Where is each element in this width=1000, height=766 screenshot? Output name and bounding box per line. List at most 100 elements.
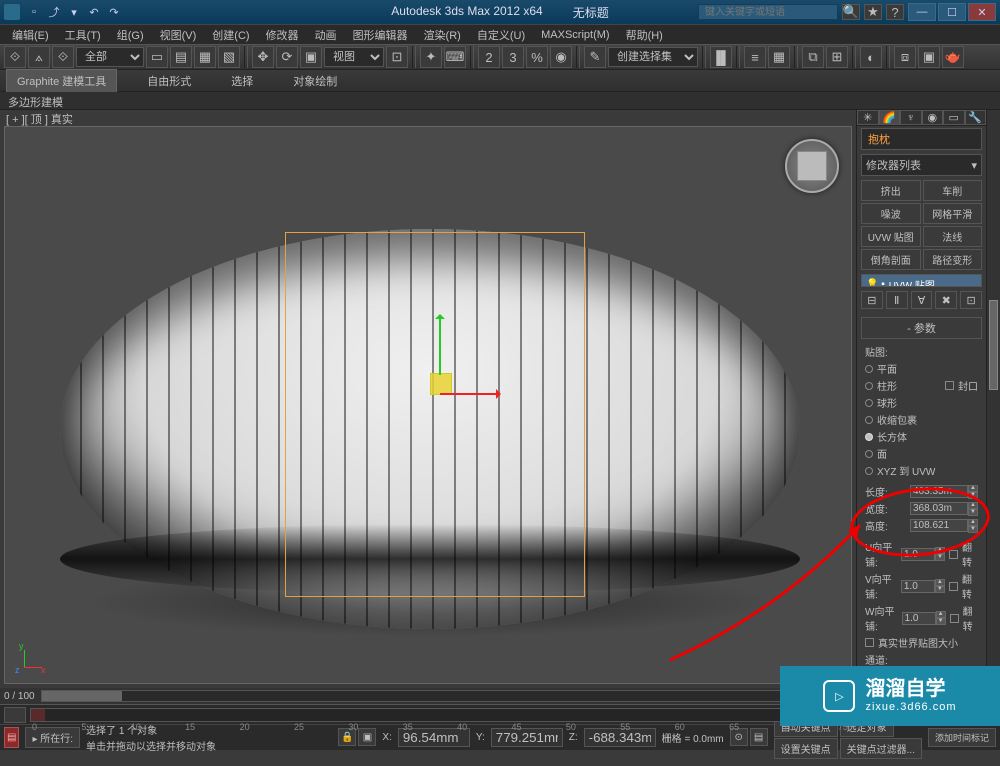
menu-edit[interactable]: 编辑(E) xyxy=(4,25,57,45)
menu-tools[interactable]: 工具(T) xyxy=(57,25,109,45)
gizmo-xy-plane-icon[interactable] xyxy=(430,373,452,395)
mod-btn-meshsmooth[interactable]: 网格平滑 xyxy=(923,203,983,224)
pivot-icon[interactable]: ⊡ xyxy=(386,46,408,68)
map-planar[interactable]: 平面 xyxy=(865,360,978,377)
redo-icon[interactable]: ↷ xyxy=(106,4,122,20)
rollout-parameters-title[interactable]: - 参数 xyxy=(861,317,982,339)
map-shrinkwrap[interactable]: 收缩包裹 xyxy=(865,411,978,428)
manipulate-icon[interactable]: ✦ xyxy=(420,46,442,68)
schematic-icon[interactable]: ⊞ xyxy=(826,46,848,68)
tab-utilities-icon[interactable]: 🔧 xyxy=(965,110,987,125)
unlink-icon[interactable]: ⟑ xyxy=(28,46,50,68)
show-end-result-icon[interactable]: Ⅱ xyxy=(886,291,908,309)
mirror-icon[interactable]: ▐▌ xyxy=(710,46,732,68)
map-xyz[interactable]: XYZ 到 UVW xyxy=(865,462,978,479)
render-setup-icon[interactable]: ⧈ xyxy=(894,46,916,68)
object-name-field[interactable]: 抱枕 xyxy=(861,128,982,150)
menu-customize[interactable]: 自定义(U) xyxy=(469,25,533,45)
scale-icon[interactable]: ▣ xyxy=(300,46,322,68)
select-icon[interactable]: ▭ xyxy=(146,46,168,68)
menu-modifiers[interactable]: 修改器 xyxy=(258,25,307,45)
snap-angle-icon[interactable]: 3 xyxy=(502,46,524,68)
map-face[interactable]: 面 xyxy=(865,445,978,462)
keyboard-icon[interactable]: ⌨ xyxy=(444,46,466,68)
named-selection-dropdown[interactable]: 创建选择集 xyxy=(608,47,698,67)
rotate-icon[interactable]: ⟳ xyxy=(276,46,298,68)
modifier-stack[interactable]: 💡 ▪ UVW 贴图 ▪ 可编辑多边形 xyxy=(861,274,982,287)
menu-group[interactable]: 组(G) xyxy=(109,25,152,45)
select-name-icon[interactable]: ▤ xyxy=(170,46,192,68)
menu-rendering[interactable]: 渲染(R) xyxy=(416,25,469,45)
snap-2d-icon[interactable]: 2 xyxy=(478,46,500,68)
ribbon-tab-paint[interactable]: 对象绘制 xyxy=(283,70,347,92)
mod-btn-noise[interactable]: 噪波 xyxy=(861,203,921,224)
render-icon[interactable]: 🫖 xyxy=(942,46,964,68)
select-region-icon[interactable]: ▦ xyxy=(194,46,216,68)
menu-graph[interactable]: 图形编辑器 xyxy=(345,25,416,45)
script-listener-icon[interactable]: ▤ xyxy=(4,727,19,748)
favorite-icon[interactable]: ★ xyxy=(864,4,882,20)
u-flip-checkbox[interactable] xyxy=(949,550,958,559)
viewport-scrollbar[interactable]: 0 / 100 xyxy=(0,688,856,704)
spinner-up-icon[interactable]: ▲ xyxy=(968,485,978,492)
v-flip-checkbox[interactable] xyxy=(949,582,958,591)
menu-help[interactable]: 帮助(H) xyxy=(618,25,671,45)
tab-hierarchy-icon[interactable]: ♆ xyxy=(900,110,922,125)
setkey-button[interactable]: 设置关键点 xyxy=(774,738,838,759)
render-frame-icon[interactable]: ▣ xyxy=(918,46,940,68)
gizmo-y-axis-icon[interactable] xyxy=(439,317,441,375)
new-icon[interactable]: ▫ xyxy=(26,4,42,20)
help-icon[interactable]: ? xyxy=(886,4,904,20)
viewcube-icon[interactable] xyxy=(785,139,839,193)
spinner-snap-icon[interactable]: ◉ xyxy=(550,46,572,68)
map-cylindrical[interactable]: 柱形封口 xyxy=(865,377,978,394)
close-button[interactable]: ✕ xyxy=(968,3,996,21)
gizmo-x-axis-icon[interactable] xyxy=(440,393,498,395)
menu-views[interactable]: 视图(V) xyxy=(152,25,205,45)
configure-sets-icon[interactable]: ⊡ xyxy=(960,291,982,309)
align-icon[interactable]: ≡ xyxy=(744,46,766,68)
remove-modifier-icon[interactable]: ✖ xyxy=(935,291,957,309)
maximize-button[interactable]: ☐ xyxy=(938,3,966,21)
ribbon-tab-freeform[interactable]: 自由形式 xyxy=(137,70,201,92)
tab-modify-icon[interactable]: 🌈 xyxy=(879,110,901,125)
map-box[interactable]: 长方体 xyxy=(865,428,978,445)
time-marker[interactable] xyxy=(31,709,45,721)
menu-create[interactable]: 创建(C) xyxy=(204,25,257,45)
tab-motion-icon[interactable]: ◉ xyxy=(922,110,944,125)
window-crossing-icon[interactable]: ▧ xyxy=(218,46,240,68)
v-tile-input[interactable] xyxy=(901,580,935,593)
ref-coord-dropdown[interactable]: 视图 xyxy=(324,47,384,67)
panel-scrollbar[interactable] xyxy=(986,110,1000,704)
menu-animation[interactable]: 动画 xyxy=(307,25,345,45)
map-spherical[interactable]: 球形 xyxy=(865,394,978,411)
bind-icon[interactable]: ⟐ xyxy=(52,46,74,68)
material-editor-icon[interactable]: ◐ xyxy=(860,46,882,68)
undo-icon[interactable]: ↶ xyxy=(86,4,102,20)
selection-filter-dropdown[interactable]: 全部 xyxy=(76,47,144,67)
viewport-top[interactable]: yxz xyxy=(4,126,852,684)
key-filter-button[interactable]: 关键点过滤器... xyxy=(840,738,922,759)
tab-create-icon[interactable]: ✳ xyxy=(857,110,879,125)
scrollbar-thumb[interactable] xyxy=(989,300,998,390)
snap-percent-icon[interactable]: % xyxy=(526,46,548,68)
tab-display-icon[interactable]: ▭ xyxy=(943,110,965,125)
stack-item-uvw[interactable]: 💡 ▪ UVW 贴图 xyxy=(862,275,981,287)
cap-checkbox[interactable] xyxy=(945,381,954,390)
app-icon[interactable] xyxy=(4,4,20,20)
mod-btn-lathe[interactable]: 车削 xyxy=(923,180,983,201)
modifier-list-dropdown[interactable]: 修改器列表▾ xyxy=(861,154,982,176)
edit-named-sel-icon[interactable]: ✎ xyxy=(584,46,606,68)
layers-icon[interactable]: ▦ xyxy=(768,46,790,68)
mod-btn-bevelprofile[interactable]: 倒角剖面 xyxy=(861,249,921,270)
scrollbar-thumb[interactable] xyxy=(42,691,122,701)
w-flip-checkbox[interactable] xyxy=(950,614,959,623)
ribbon-tab-selection[interactable]: 选择 xyxy=(221,70,263,92)
add-time-tag-button[interactable]: 添加时间标记 xyxy=(928,728,996,747)
viewport-label[interactable]: [ + ][ 顶 ] 真实 xyxy=(0,110,856,126)
length-input[interactable] xyxy=(910,485,968,498)
open-icon[interactable]: ⤴ xyxy=(46,4,62,20)
make-unique-icon[interactable]: ∀ xyxy=(911,291,933,309)
move-icon[interactable]: ✥ xyxy=(252,46,274,68)
width-input[interactable] xyxy=(910,502,968,515)
